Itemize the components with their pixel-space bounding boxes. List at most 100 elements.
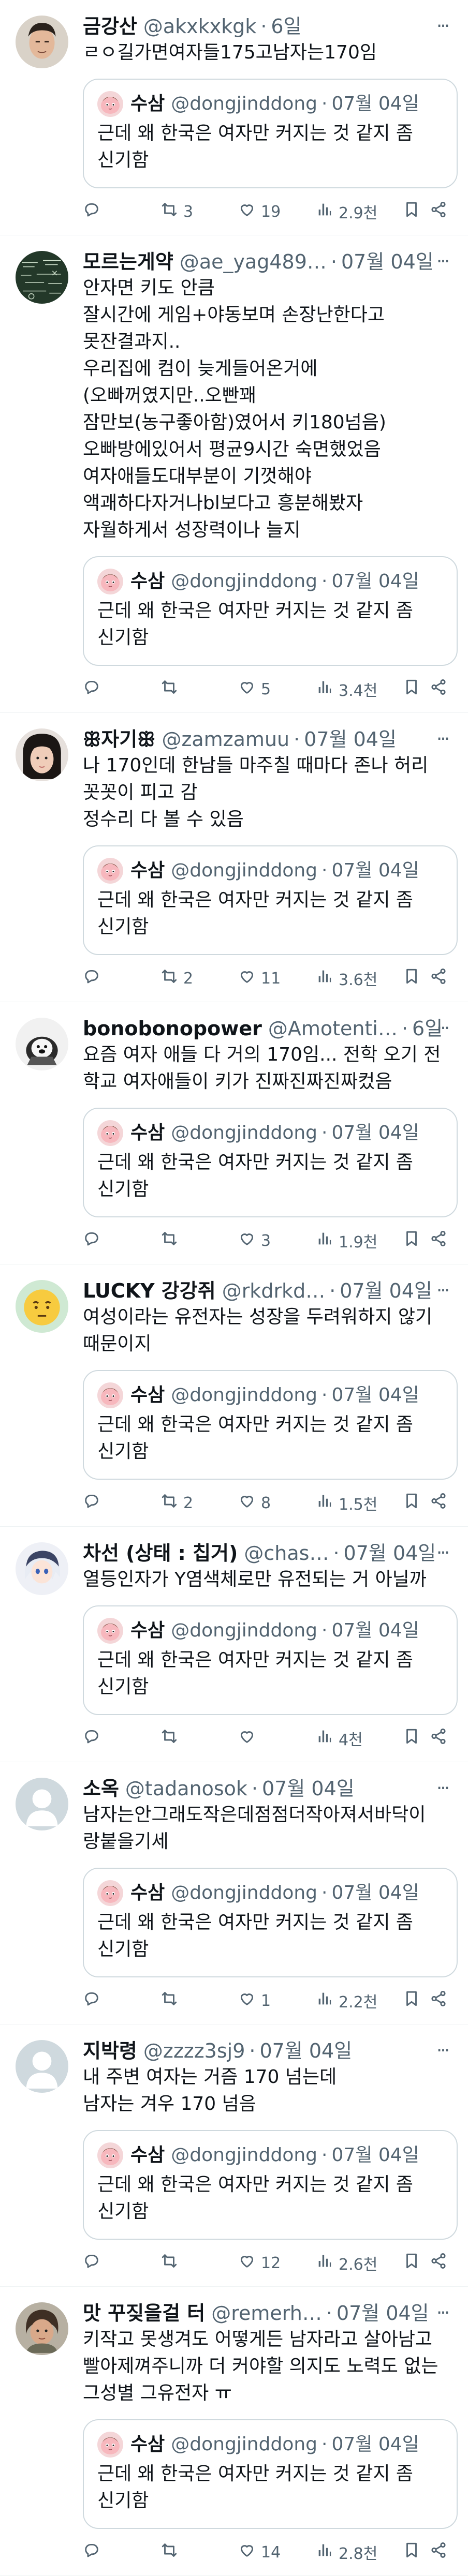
avatar[interactable] xyxy=(16,1280,68,1333)
display-name[interactable]: 지박령 xyxy=(83,2038,137,2064)
bookmark-button[interactable] xyxy=(403,678,430,700)
tweet[interactable]: ··· 지박령 @zzzz3sj9 · 07월 04일 내 주변 여자는 거즘 … xyxy=(0,2024,468,2287)
retweet-button[interactable]: 2 xyxy=(160,967,238,989)
user-handle[interactable]: @rkdrkd… xyxy=(222,1278,326,1304)
views-button[interactable]: 3.6천 xyxy=(316,967,403,990)
more-icon[interactable]: ··· xyxy=(432,2038,452,2064)
user-handle[interactable]: @tadanosok xyxy=(125,1776,247,1801)
avatar[interactable] xyxy=(16,1018,68,1070)
user-handle[interactable]: @Amotenti… xyxy=(268,1016,398,1041)
more-icon[interactable]: ··· xyxy=(432,1540,452,1566)
timestamp[interactable]: 07월 04일 xyxy=(340,1278,432,1304)
avatar[interactable] xyxy=(16,251,68,304)
timestamp[interactable]: 07월 04일 xyxy=(262,1776,355,1801)
retweet-button[interactable] xyxy=(160,678,238,700)
avatar[interactable] xyxy=(16,2040,68,2093)
display-name[interactable]: LUCKY 강강쥐 xyxy=(83,1278,216,1304)
views-button[interactable]: 2.8천 xyxy=(316,2541,403,2564)
tweet[interactable]: ··· 차선 (상태 : 칩거) @chas… · 07월 04일 열등인자가 … xyxy=(0,1527,468,1762)
timestamp[interactable]: 07월 04일 xyxy=(259,2038,352,2064)
bookmark-button[interactable] xyxy=(403,1230,430,1252)
avatar[interactable] xyxy=(16,728,68,781)
more-icon[interactable]: ··· xyxy=(432,249,452,275)
share-button[interactable] xyxy=(430,967,450,989)
bookmark-button[interactable] xyxy=(403,1990,430,2012)
bookmark-button[interactable] xyxy=(403,201,430,222)
like-button[interactable]: 19 xyxy=(238,201,316,222)
views-button[interactable]: 4천 xyxy=(316,1727,403,1750)
quoted-tweet[interactable]: 수삼 @dongjinddong · 07월 04일 근데 왜 한국은 여자만 … xyxy=(83,556,458,666)
tweet[interactable]: ··· 소옥 @tadanosok · 07월 04일 남자는안그래도작은데점점… xyxy=(0,1762,468,2024)
like-button[interactable]: 8 xyxy=(238,1492,316,1514)
display-name[interactable]: 금강산 xyxy=(83,13,137,39)
retweet-button[interactable]: 3 xyxy=(160,201,238,222)
timestamp[interactable]: 07월 04일 xyxy=(341,249,434,275)
display-name[interactable]: 차선 (상태 : 칩거) xyxy=(83,1540,238,1566)
tweet[interactable]: ··· bonobonopower @Amotenti… · 6일 요즘 여자 … xyxy=(0,1002,468,1264)
avatar[interactable] xyxy=(16,1542,68,1595)
share-button[interactable] xyxy=(430,1728,450,1749)
retweet-button[interactable] xyxy=(160,1728,238,1749)
more-icon[interactable]: ··· xyxy=(432,726,452,752)
retweet-button[interactable] xyxy=(160,2541,238,2563)
tweet[interactable]: ··· 금강산 @akxkxkgk · 6일 ㄹㅇ길가면여자들175고남자는17… xyxy=(0,0,468,235)
more-icon[interactable]: ··· xyxy=(432,1278,452,1304)
bookmark-button[interactable] xyxy=(403,1492,430,1514)
share-button[interactable] xyxy=(430,1230,450,1252)
like-button[interactable]: 11 xyxy=(238,967,316,989)
user-handle[interactable]: @akxkxkgk xyxy=(143,13,256,39)
reply-button[interactable] xyxy=(83,967,160,989)
quoted-tweet[interactable]: 수삼 @dongjinddong · 07월 04일 근데 왜 한국은 여자만 … xyxy=(83,2419,458,2529)
retweet-button[interactable] xyxy=(160,1990,238,2012)
retweet-button[interactable]: 2 xyxy=(160,1492,238,1514)
bookmark-button[interactable] xyxy=(403,2541,430,2563)
tweet[interactable]: ··· LUCKY 강강쥐 @rkdrkd… · 07월 04일 여성이라는 유… xyxy=(0,1264,468,1527)
retweet-button[interactable] xyxy=(160,2252,238,2274)
avatar[interactable] xyxy=(16,1778,68,1830)
like-button[interactable]: 14 xyxy=(238,2541,316,2563)
views-button[interactable]: 2.2천 xyxy=(316,1989,403,2012)
user-handle[interactable]: @ae_yag489… xyxy=(180,249,327,275)
like-button[interactable]: 5 xyxy=(238,678,316,700)
like-button[interactable]: 3 xyxy=(238,1230,316,1252)
reply-button[interactable] xyxy=(83,201,160,222)
display-name[interactable]: ꕥ자기ꕥ xyxy=(83,726,155,752)
display-name[interactable]: bonobonopower xyxy=(83,1016,262,1041)
share-button[interactable] xyxy=(430,678,450,700)
like-button[interactable]: 12 xyxy=(238,2252,316,2274)
quoted-tweet[interactable]: 수삼 @dongjinddong · 07월 04일 근데 왜 한국은 여자만 … xyxy=(83,2130,458,2240)
quoted-tweet[interactable]: 수삼 @dongjinddong · 07월 04일 근데 왜 한국은 여자만 … xyxy=(83,1108,458,1217)
bookmark-button[interactable] xyxy=(403,1728,430,1749)
user-handle[interactable]: @zzzz3sj9 xyxy=(143,2038,245,2064)
share-button[interactable] xyxy=(430,2252,450,2274)
like-button[interactable] xyxy=(238,1728,316,1749)
quoted-tweet[interactable]: 수삼 @dongjinddong · 07월 04일 근데 왜 한국은 여자만 … xyxy=(83,79,458,188)
user-handle[interactable]: @zamzamuu xyxy=(162,726,289,752)
quoted-tweet[interactable]: 수삼 @dongjinddong · 07월 04일 근데 왜 한국은 여자만 … xyxy=(83,1605,458,1715)
avatar[interactable] xyxy=(16,16,68,68)
quoted-tweet[interactable]: 수삼 @dongjinddong · 07월 04일 근데 왜 한국은 여자만 … xyxy=(83,845,458,955)
views-button[interactable]: 1.5천 xyxy=(316,1492,403,1514)
share-button[interactable] xyxy=(430,2541,450,2563)
avatar[interactable] xyxy=(16,2302,68,2355)
share-button[interactable] xyxy=(430,1492,450,1514)
tweet[interactable]: ··· ꕥ자기ꕥ @zamzamuu · 07월 04일 나 170인데 한남들… xyxy=(0,713,468,1002)
reply-button[interactable] xyxy=(83,678,160,700)
user-handle[interactable]: @remerh… xyxy=(211,2300,322,2326)
views-button[interactable]: 2.6천 xyxy=(316,2252,403,2274)
timestamp[interactable]: 07월 04일 xyxy=(337,2300,429,2326)
display-name[interactable]: 소옥 xyxy=(83,1776,119,1801)
timestamp[interactable]: 07월 04일 xyxy=(304,726,397,752)
reply-button[interactable] xyxy=(83,1230,160,1252)
tweet[interactable]: ··· 모르는게약 @ae_yag489… · 07월 04일 안자면 키도 안… xyxy=(0,235,468,713)
reply-button[interactable] xyxy=(83,1492,160,1514)
quoted-tweet[interactable]: 수삼 @dongjinddong · 07월 04일 근데 왜 한국은 여자만 … xyxy=(83,1370,458,1480)
like-button[interactable]: 1 xyxy=(238,1990,316,2012)
views-button[interactable]: 1.9천 xyxy=(316,1229,403,1252)
display-name[interactable]: 모르는게약 xyxy=(83,249,173,275)
user-handle[interactable]: @chas… xyxy=(244,1540,329,1566)
views-button[interactable]: 3.4천 xyxy=(316,678,403,701)
more-icon[interactable]: ··· xyxy=(432,1776,452,1801)
bookmark-button[interactable] xyxy=(403,2252,430,2274)
timestamp[interactable]: 6일 xyxy=(271,13,301,39)
